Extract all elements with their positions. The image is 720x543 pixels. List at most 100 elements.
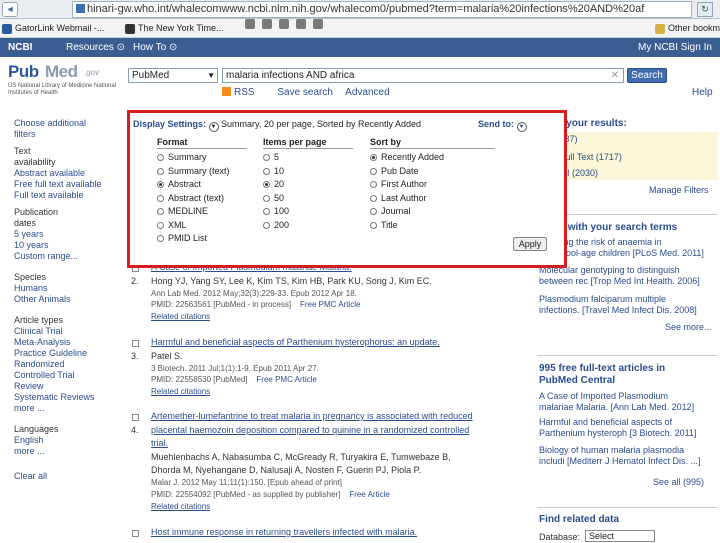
- bookmark-nytimes[interactable]: The New York Time...: [125, 19, 224, 38]
- advanced-link[interactable]: Advanced: [345, 87, 389, 98]
- sort-option[interactable]: Journal: [370, 205, 495, 219]
- send-to-menu[interactable]: Send to: ▼: [478, 119, 527, 132]
- filter-more-types[interactable]: more ...: [14, 403, 114, 414]
- sort-option[interactable]: Last Author: [370, 192, 495, 206]
- filter-english[interactable]: English: [14, 435, 114, 446]
- free-article-line1[interactable]: Biology of human malaria plasmodia: [539, 445, 684, 456]
- free-pmc-article-link[interactable]: Free PMC Article: [256, 375, 316, 384]
- items-option[interactable]: 200: [263, 219, 353, 233]
- rss-icon: [222, 87, 231, 96]
- related-citations-link[interactable]: Related citations: [151, 387, 210, 396]
- result-title-link[interactable]: Host immune response in returning travel…: [151, 527, 417, 537]
- my-ncbi-signin-link[interactable]: My NCBI Sign In: [638, 38, 712, 57]
- search-term-article-line2[interactable]: between rec [Trop Med Int Health. 2006]: [539, 276, 700, 287]
- filter-practice-guideline[interactable]: Practice Guideline: [14, 348, 114, 359]
- items-option[interactable]: 100: [263, 205, 353, 219]
- free-article-link[interactable]: Free Article: [349, 490, 389, 499]
- items-option[interactable]: 5: [263, 151, 353, 165]
- refresh-button[interactable]: ↻: [697, 2, 713, 17]
- filter-meta-analysis[interactable]: Meta-Analysis: [14, 337, 114, 348]
- items-option[interactable]: 50: [263, 192, 353, 206]
- howto-menu[interactable]: How To ⊙: [133, 38, 177, 57]
- free-article-line2[interactable]: includi [Mediterr J Hematol Infect Dis. …: [539, 456, 701, 467]
- result-title-link[interactable]: Harmful and beneficial aspects of Parthe…: [151, 337, 440, 347]
- result-checkbox[interactable]: [132, 530, 139, 537]
- filter-review[interactable]: Review: [14, 381, 114, 392]
- apply-button[interactable]: Apply: [513, 237, 547, 251]
- sort-option[interactable]: Pub Date: [370, 165, 495, 179]
- format-option[interactable]: Summary (text): [157, 165, 247, 179]
- bookmark-7[interactable]: [313, 19, 323, 29]
- format-option[interactable]: XML: [157, 219, 247, 233]
- filter-full-text[interactable]: Full text available: [14, 190, 114, 201]
- bookmark-6[interactable]: [296, 19, 306, 29]
- format-option[interactable]: Summary: [157, 151, 247, 165]
- free-pmc-article-link[interactable]: Free PMC Article: [300, 300, 360, 309]
- database-select[interactable]: PubMed ▼: [128, 68, 218, 83]
- sort-option[interactable]: Recently Added: [370, 151, 495, 165]
- see-all-link[interactable]: See all (995): [653, 477, 704, 487]
- filter-5-years[interactable]: 5 years: [14, 229, 114, 240]
- items-option[interactable]: 20: [263, 178, 353, 192]
- free-article-line1[interactable]: Harmful and beneficial aspects of: [539, 417, 672, 428]
- rss-link[interactable]: RSS: [222, 87, 265, 98]
- search-term-article-line1[interactable]: Plasmodium falciparum multiple: [539, 294, 666, 305]
- resources-menu[interactable]: Resources ⊙: [66, 38, 125, 57]
- filter-clinical-trial[interactable]: Clinical Trial: [14, 326, 114, 337]
- result-checkbox[interactable]: [132, 340, 139, 347]
- filter-systematic-reviews[interactable]: Systematic Reviews: [14, 392, 114, 403]
- back-button[interactable]: ◄: [2, 2, 18, 17]
- result-ids: PMID: 22563561 [PubMed - in process] Fre…: [151, 300, 360, 309]
- filter-abstract[interactable]: Abstract available: [14, 168, 114, 179]
- radio-icon: [157, 221, 164, 229]
- see-more-link[interactable]: See more...: [665, 322, 712, 332]
- search-button[interactable]: Search: [627, 68, 667, 83]
- search-term-article-line2[interactable]: infections. [Travel Med Infect Dis. 2008…: [539, 305, 697, 316]
- option-label: 50: [274, 192, 285, 203]
- result-title-link-line3[interactable]: trial.: [151, 438, 168, 448]
- filter-more-languages[interactable]: more ...: [14, 446, 114, 457]
- url-field[interactable]: hinari-gw.who.int/whalecomwww.ncbi.nlm.n…: [72, 1, 692, 18]
- option-label: Journal: [381, 206, 411, 216]
- format-option[interactable]: MEDLINE: [157, 205, 247, 219]
- related-database-select[interactable]: Select: [585, 530, 655, 542]
- free-article-line2[interactable]: Parthenium hysteroph [3 Biotech. 2011]: [539, 428, 696, 439]
- free-article-line2[interactable]: malariae Malaria. [Ann Lab Med. 2012]: [539, 402, 694, 413]
- sort-option[interactable]: Title: [370, 219, 495, 233]
- choose-filters-link[interactable]: Choose additional filters: [14, 118, 99, 140]
- save-search-link[interactable]: Save search: [277, 87, 333, 98]
- filter-free-full-text[interactable]: Free full text available: [14, 179, 114, 190]
- help-link[interactable]: Help: [692, 87, 713, 98]
- bookmark-gatorlink[interactable]: GatorLink Webmail -...: [2, 19, 104, 38]
- sort-option[interactable]: First Author: [370, 178, 495, 192]
- filter-rct[interactable]: Randomized Controlled Trial: [14, 359, 84, 381]
- clear-icon[interactable]: ✕: [611, 69, 619, 82]
- bookmark-3[interactable]: [245, 19, 255, 29]
- bookmark-other[interactable]: Other bookm: [655, 19, 720, 38]
- clear-all-link[interactable]: Clear all: [14, 471, 114, 482]
- items-option[interactable]: 10: [263, 165, 353, 179]
- ncbi-logo[interactable]: NCBI: [8, 38, 32, 57]
- result-checkbox[interactable]: [132, 414, 139, 421]
- filter-custom-range[interactable]: Custom range...: [14, 251, 114, 262]
- filter-other-animals[interactable]: Other Animals: [14, 294, 114, 305]
- bookmark-4[interactable]: [262, 19, 272, 29]
- pubmed-logo[interactable]: Pub Med .gov US National Library of Medi…: [8, 60, 118, 100]
- related-citations-link[interactable]: Related citations: [151, 502, 210, 511]
- manage-filters-link[interactable]: Manage Filters: [649, 185, 709, 195]
- bookmark-icon: [2, 23, 12, 34]
- related-citations-link[interactable]: Related citations: [151, 312, 210, 321]
- logo-pub: Pub: [8, 62, 39, 81]
- search-input[interactable]: malaria infections AND africa ✕: [222, 68, 624, 83]
- result-title-link[interactable]: Artemether-lumefantrine to treat malaria…: [151, 411, 473, 421]
- format-option[interactable]: Abstract: [157, 178, 247, 192]
- bookmark-5[interactable]: [279, 19, 289, 29]
- logo-subtitle: US National Library of Medicine National…: [8, 83, 117, 96]
- format-option[interactable]: Abstract (text): [157, 192, 247, 206]
- filter-10-years[interactable]: 10 years: [14, 240, 114, 251]
- format-option[interactable]: PMID List: [157, 232, 247, 246]
- free-article-line1[interactable]: A Case of Imported Plasmodium: [539, 391, 668, 402]
- display-settings-row[interactable]: Display Settings: ▼ Summary, 20 per page…: [133, 119, 421, 132]
- result-title-link-line2[interactable]: placental haemozoin deposition compared …: [151, 425, 469, 435]
- filter-humans[interactable]: Humans: [14, 283, 114, 294]
